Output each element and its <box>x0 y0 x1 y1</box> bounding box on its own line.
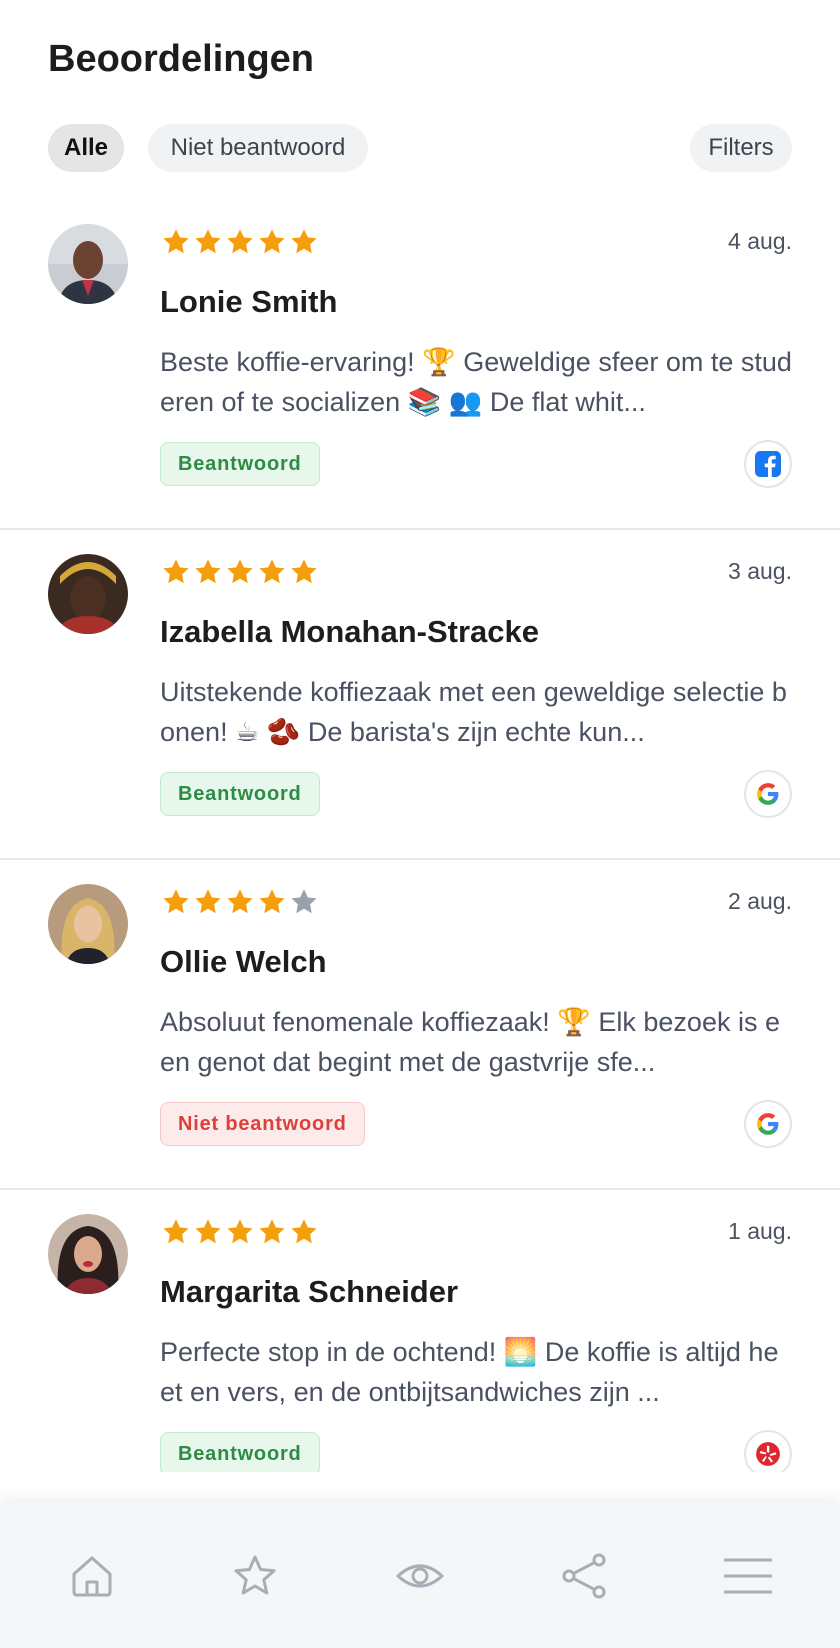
review-card[interactable]: 3 aug. Izabella Monahan-Stracke Uitsteke… <box>0 530 840 860</box>
review-date: 1 aug. <box>728 1218 792 1244</box>
review-list: 4 aug. Lonie Smith Beste koffie-ervaring… <box>0 200 840 1472</box>
star-icon <box>195 1219 221 1244</box>
menu-icon[interactable] <box>724 1552 772 1600</box>
star-icon <box>259 229 285 254</box>
star-icon <box>291 1219 317 1244</box>
star-icon <box>259 889 285 914</box>
share-icon[interactable] <box>561 1552 609 1600</box>
review-card[interactable]: 1 aug. Margarita Schneider Perfecte stop… <box>0 1190 840 1472</box>
avatar <box>48 224 128 304</box>
rating-stars <box>160 1216 320 1248</box>
bottom-nav <box>0 1502 840 1648</box>
star-icon <box>195 559 221 584</box>
google-icon <box>744 770 792 818</box>
star-icon <box>291 559 317 584</box>
reviewer-name: Ollie Welch <box>160 944 327 979</box>
review-text: Uitstekende koffiezaak met een geweldige… <box>160 677 787 747</box>
filters-button[interactable]: Filters <box>690 124 792 172</box>
review-date: 4 aug. <box>728 228 792 254</box>
status-badge: Beantwoord <box>160 442 320 486</box>
reviewer-name: Margarita Schneider <box>160 1274 459 1309</box>
status-badge: Niet beantwoord <box>160 1102 365 1146</box>
reviewer-name: Lonie Smith <box>160 284 338 319</box>
avatar <box>48 884 128 964</box>
eye-icon[interactable] <box>396 1552 444 1600</box>
star-icon <box>227 559 253 584</box>
star-icon <box>163 889 189 914</box>
star-icon <box>163 559 189 584</box>
status-badge: Beantwoord <box>160 1432 320 1472</box>
rating-stars <box>160 886 320 918</box>
star-icon <box>259 559 285 584</box>
facebook-icon <box>744 440 792 488</box>
header: Beoordelingen Alle Niet beantwoord Filte… <box>0 0 840 200</box>
home-icon[interactable] <box>68 1552 116 1600</box>
star-empty-icon <box>291 889 317 914</box>
star-icon <box>163 1219 189 1244</box>
rating-stars <box>160 556 320 588</box>
avatar <box>48 1214 128 1294</box>
star-icon <box>163 229 189 254</box>
google-icon <box>744 1100 792 1148</box>
star-icon[interactable] <box>231 1552 279 1600</box>
star-icon <box>195 889 221 914</box>
review-text: Absoluut fenomenale koffiezaak! 🏆 Elk be… <box>160 1007 780 1077</box>
star-icon <box>227 889 253 914</box>
status-badge: Beantwoord <box>160 772 320 816</box>
star-icon <box>227 1219 253 1244</box>
reviewer-name: Izabella Monahan-Stracke <box>160 614 540 649</box>
avatar <box>48 554 128 634</box>
review-date: 2 aug. <box>728 888 792 914</box>
filter-chip-unanswered[interactable]: Niet beantwoord <box>148 124 368 172</box>
page-title: Beoordelingen <box>48 38 315 80</box>
rating-stars <box>160 226 320 258</box>
star-icon <box>291 229 317 254</box>
yelp-icon <box>744 1430 792 1472</box>
review-date: 3 aug. <box>728 558 792 584</box>
star-icon <box>195 229 221 254</box>
review-card[interactable]: 2 aug. Ollie Welch Absoluut fenomenale k… <box>0 860 840 1190</box>
star-icon <box>259 1219 285 1244</box>
review-card[interactable]: 4 aug. Lonie Smith Beste koffie-ervaring… <box>0 200 840 530</box>
review-text: Perfecte stop in de ochtend! 🌅 De koffie… <box>160 1337 779 1407</box>
filter-chip-all[interactable]: Alle <box>48 124 124 172</box>
review-text: Beste koffie-ervaring! 🏆 Geweldige sfeer… <box>160 347 792 417</box>
star-icon <box>227 229 253 254</box>
